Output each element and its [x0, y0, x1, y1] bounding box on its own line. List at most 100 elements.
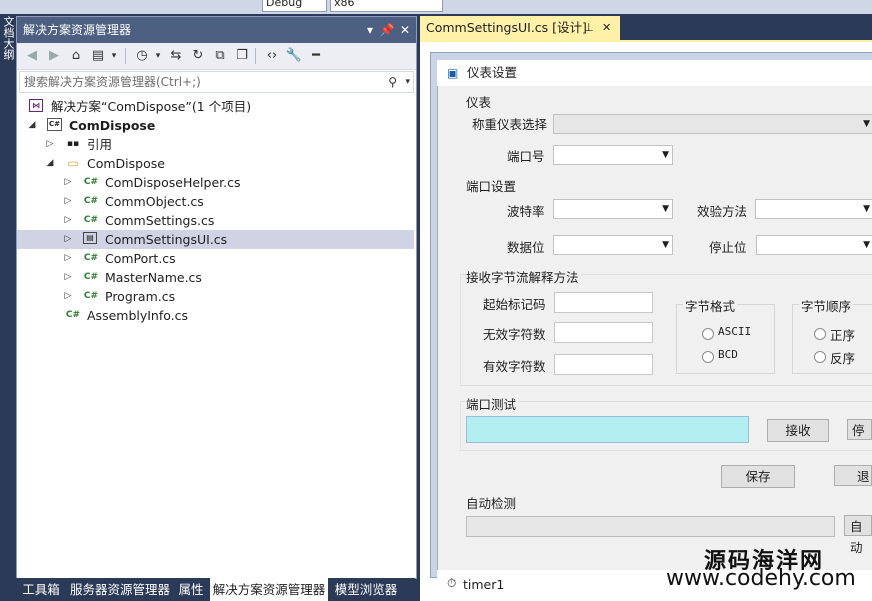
- csharp-file-icon: C#: [83, 253, 99, 263]
- collapsed-arrow-icon[interactable]: ▷: [63, 211, 73, 230]
- baud-combo[interactable]: ▼: [553, 199, 673, 219]
- form-file-icon: ▤: [83, 232, 97, 244]
- tree-row-file-selected[interactable]: ▷ ▤ CommSettingsUI.cs: [17, 230, 414, 249]
- reverse-order-radio[interactable]: [814, 351, 826, 363]
- tree-row-file[interactable]: ▷ C# CommObject.cs: [17, 192, 414, 211]
- timer-component[interactable]: timer1: [463, 577, 504, 592]
- tree-row-file[interactable]: ▷ C# MasterName.cs: [17, 268, 414, 287]
- solution-search-input[interactable]: 搜索解决方案资源管理器(Ctrl+;) ⚲ ▾: [19, 71, 414, 93]
- tree-row-file[interactable]: ▷ C# CommSettings.cs: [17, 211, 414, 230]
- expanded-arrow-icon[interactable]: ◢: [45, 154, 55, 173]
- solution-explorer-titlebar: 解决方案资源管理器 ▾ 📌 ✕: [17, 17, 416, 43]
- port-combo[interactable]: ▼: [553, 145, 673, 165]
- collapse-all-icon[interactable]: ⧉: [211, 47, 229, 65]
- forward-order-radio[interactable]: [814, 328, 826, 340]
- search-icon[interactable]: ⚲: [388, 72, 397, 92]
- tree-row-solution[interactable]: ⋈ 解决方案“ComDispose”(1 个项目): [17, 97, 414, 116]
- collapsed-arrow-icon[interactable]: ▷: [63, 173, 73, 192]
- start-marker-label: 起始标记码: [483, 297, 546, 312]
- solution-explorer-toolbar: ◀ ▶ ⌂ ▤ ▾ ◷ ▾ ⇆ ↻ ⧉ ❐ ‹› 🔧 ━: [17, 43, 416, 70]
- bottom-tool-tabs: 工具箱 服务器资源管理器 属性 解决方案资源管理器 模型浏览器: [16, 578, 415, 601]
- tab-model-browser[interactable]: 模型浏览器: [332, 578, 400, 601]
- chevron-down-icon[interactable]: ▾: [405, 72, 410, 92]
- config-combo[interactable]: Debug: [262, 0, 327, 12]
- receive-button[interactable]: 接收: [767, 419, 829, 442]
- show-all-files-icon[interactable]: ❐: [233, 47, 251, 65]
- collapsed-arrow-icon[interactable]: ▷: [45, 135, 55, 154]
- sync-icon[interactable]: ⇆: [167, 47, 185, 65]
- start-marker-input[interactable]: [554, 292, 653, 313]
- tree-label: 解决方案“ComDispose”(1 个项目): [51, 99, 252, 114]
- tree-label: CommObject.cs: [105, 194, 204, 209]
- toolbar-divider: [255, 48, 256, 64]
- port-test-output-box[interactable]: [466, 416, 749, 443]
- tree-label: MasterName.cs: [105, 270, 202, 285]
- csharp-file-icon: C#: [65, 310, 81, 320]
- exit-button[interactable]: 退: [834, 465, 872, 486]
- tree-row-file[interactable]: ▷ C# ComPort.cs: [17, 249, 414, 268]
- meter-select-combo[interactable]: ▼: [553, 114, 872, 134]
- port-test-label: 端口测试: [466, 394, 519, 413]
- databits-label: 数据位: [507, 240, 545, 255]
- chevron-down-icon[interactable]: ▾: [361, 17, 379, 43]
- databits-combo[interactable]: ▼: [553, 235, 673, 255]
- auto-detect-button[interactable]: 自动: [844, 515, 872, 555]
- back-icon[interactable]: ◀: [23, 47, 41, 65]
- valid-chars-label: 有效字符数: [483, 359, 546, 374]
- close-icon[interactable]: ✕: [396, 17, 414, 43]
- tree-row-file[interactable]: ▷ C# ComDisposeHelper.cs: [17, 173, 414, 192]
- document-outline-tab[interactable]: 文档大纲: [0, 16, 16, 86]
- collapsed-arrow-icon[interactable]: ▷: [63, 230, 73, 249]
- chevron-down-icon: ▼: [863, 119, 870, 129]
- pin-icon[interactable]: 📌: [378, 17, 396, 43]
- tree-row-file[interactable]: C# AssemblyInfo.cs: [17, 306, 414, 325]
- group-port-settings-label: 端口设置: [466, 179, 517, 194]
- stop-button[interactable]: 停: [847, 419, 872, 440]
- chevron-down-icon[interactable]: ▾: [149, 47, 167, 65]
- refresh-icon[interactable]: ↻: [189, 47, 207, 65]
- properties-wrench-icon[interactable]: 🔧: [285, 47, 303, 65]
- tab-solution-explorer[interactable]: 解决方案资源管理器: [210, 578, 328, 601]
- stopwatch-icon: ⏱: [447, 576, 457, 590]
- platform-combo[interactable]: x86: [330, 0, 443, 12]
- tab-toolbox[interactable]: 工具箱: [20, 578, 62, 601]
- bcd-radio[interactable]: [702, 351, 714, 363]
- forward-icon[interactable]: ▶: [45, 47, 63, 65]
- tab-properties[interactable]: 属性: [176, 578, 206, 601]
- ascii-radio[interactable]: [702, 328, 714, 340]
- tree-row-references[interactable]: ▷ ▪▪ 引用: [17, 135, 414, 154]
- parity-combo[interactable]: ▼: [755, 199, 872, 219]
- form-icon: ▣: [447, 66, 459, 80]
- chevron-down-icon[interactable]: ▾: [105, 47, 123, 65]
- tree-row-project[interactable]: ◢ C# ComDispose: [17, 116, 414, 135]
- tree-row-folder[interactable]: ◢ ▭ ComDispose: [17, 154, 414, 173]
- collapsed-arrow-icon[interactable]: ▷: [63, 192, 73, 211]
- home-icon[interactable]: ⌂: [67, 47, 85, 65]
- collapsed-arrow-icon[interactable]: ▷: [63, 249, 73, 268]
- expanded-arrow-icon[interactable]: ◢: [27, 116, 37, 135]
- doc-tab-label: CommSettingsUI.cs [设计]: [426, 20, 587, 35]
- collapsed-arrow-icon[interactable]: ▷: [63, 268, 73, 287]
- stopbits-label: 停止位: [709, 240, 747, 255]
- form-titlebar[interactable]: ▣ 仪表设置: [437, 60, 872, 86]
- valid-chars-input[interactable]: [554, 354, 653, 375]
- tree-label: ComDispose: [87, 156, 165, 171]
- collapsed-arrow-icon[interactable]: ▷: [63, 287, 73, 306]
- tree-label: ComDisposeHelper.cs: [105, 175, 241, 190]
- tree-label: Program.cs: [105, 289, 176, 304]
- csharp-file-icon: C#: [83, 177, 99, 187]
- save-button[interactable]: 保存: [721, 465, 795, 488]
- reverse-order-label: 反序: [830, 351, 856, 366]
- tab-server-explorer[interactable]: 服务器资源管理器: [68, 578, 172, 601]
- group-parse-label: 接收字节流解释方法: [466, 267, 581, 286]
- auto-detect-progress-bar: [466, 516, 835, 537]
- invalid-chars-input[interactable]: [554, 322, 653, 343]
- tab-commsettingsui-design[interactable]: CommSettingsUI.cs [设计] ⊥ ✕: [420, 16, 620, 40]
- tree-row-file[interactable]: ▷ C# Program.cs: [17, 287, 414, 306]
- stopbits-combo[interactable]: ▼: [756, 235, 872, 255]
- view-code-icon[interactable]: ‹›: [263, 47, 281, 65]
- preview-icon[interactable]: ━: [307, 47, 325, 65]
- close-icon[interactable]: ✕: [602, 16, 611, 40]
- pin-icon[interactable]: ⊥: [584, 16, 594, 40]
- forward-order-label: 正序: [830, 328, 856, 343]
